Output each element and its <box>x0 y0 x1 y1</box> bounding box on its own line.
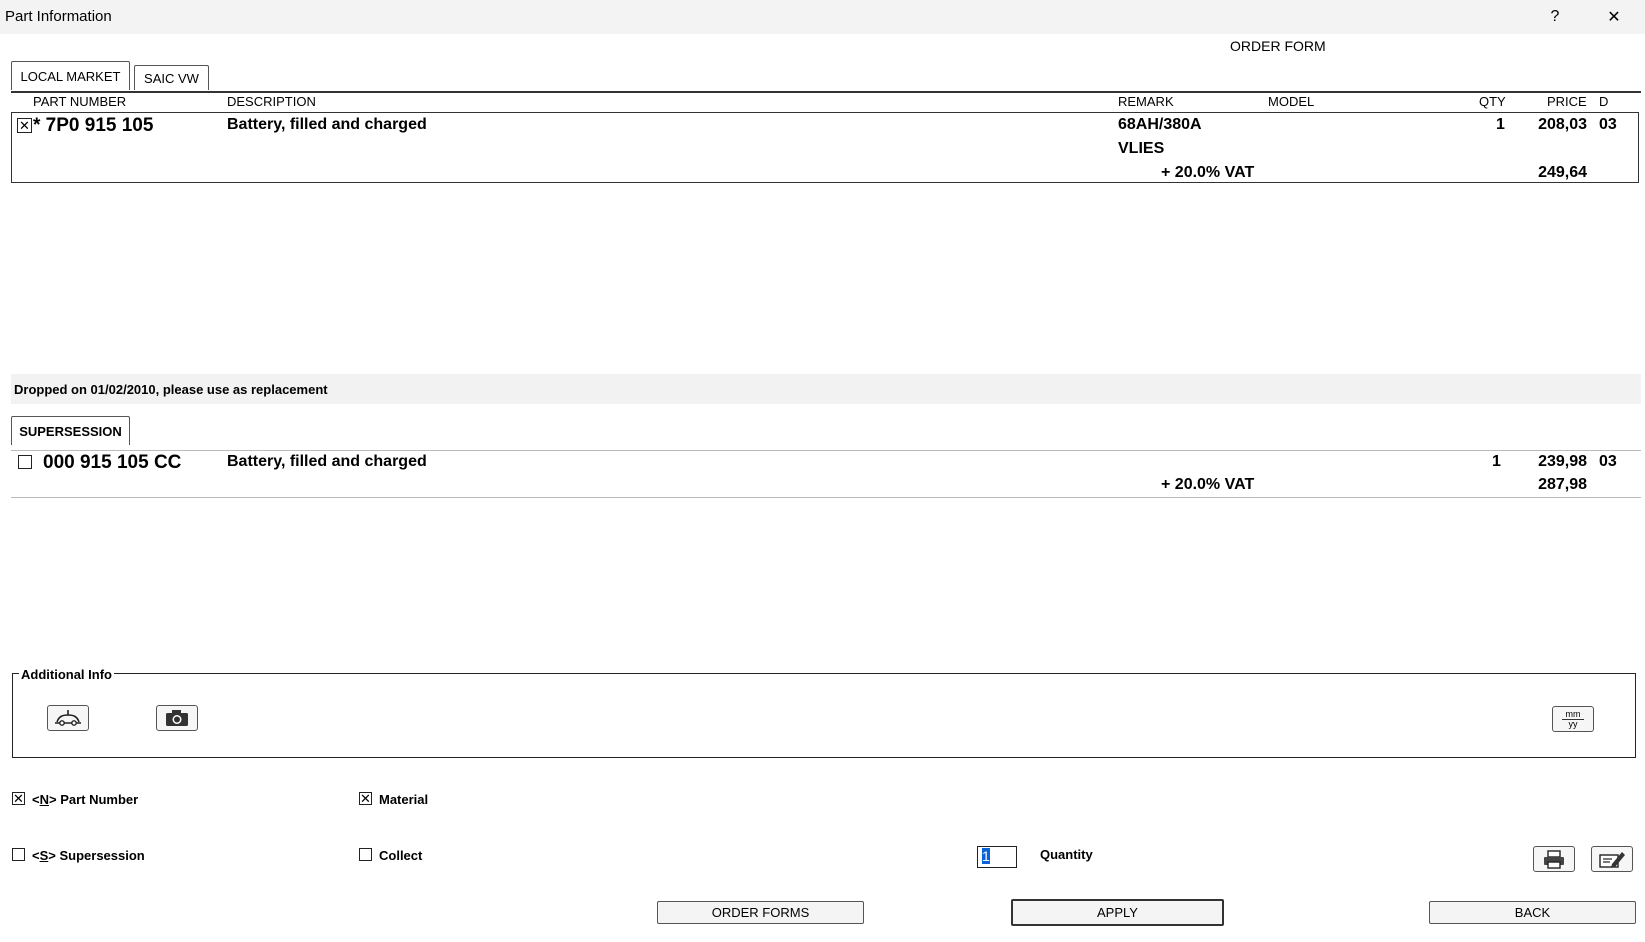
order-form-label: ORDER FORM <box>1230 38 1326 54</box>
camera-icon <box>166 710 188 726</box>
main-part-price: 208,03 <box>1538 116 1587 133</box>
help-button[interactable]: ? <box>1533 2 1577 32</box>
supersession-part-price-vat: 287,98 <box>1538 476 1587 493</box>
dropped-note: Dropped on 01/02/2010, please use as rep… <box>14 382 328 397</box>
back-button[interactable]: BACK <box>1429 901 1636 924</box>
supersession-part-price: 239,98 <box>1538 453 1587 470</box>
col-part-number: PART NUMBER <box>33 94 127 109</box>
collect-option-label: Collect <box>379 848 423 863</box>
part-number-option-checkbox[interactable]: ✕ <box>12 792 25 805</box>
supersession-bottom-line <box>11 497 1641 498</box>
title-bar: Part Information ? ✕ <box>0 0 1645 34</box>
month-year-icon: mm yy <box>1562 708 1584 729</box>
main-part-number: * 7P0 915 105 <box>33 115 154 136</box>
camera-button[interactable] <box>156 705 198 731</box>
apply-button[interactable]: APPLY <box>1011 899 1224 926</box>
car-lift-icon <box>55 710 81 726</box>
main-part-price-vat: 249,64 <box>1538 164 1587 181</box>
collect-option-checkbox[interactable] <box>359 848 372 861</box>
close-icon: ✕ <box>1607 9 1621 26</box>
month-year-button[interactable]: mm yy <box>1552 706 1594 732</box>
part-number-option-text: Part Number <box>60 792 139 807</box>
quantity-input[interactable]: 1 <box>977 846 1017 868</box>
print-button[interactable] <box>1533 846 1575 872</box>
edit-icon <box>1599 852 1625 868</box>
print-icon <box>1544 850 1564 869</box>
part-number-key: N <box>39 792 49 807</box>
supersession-part-qty: 1 <box>1492 453 1501 470</box>
supersession-option-text: Supersession <box>59 848 145 863</box>
close-button[interactable]: ✕ <box>1592 2 1636 32</box>
main-part-qty: 1 <box>1496 116 1505 133</box>
tab-supersession-label: SUPERSESSION <box>19 423 122 439</box>
tab-supersession[interactable]: SUPERSESSION <box>11 416 130 445</box>
col-model: MODEL <box>1268 94 1315 109</box>
additional-info-group <box>12 673 1636 758</box>
part-number-option-label: <N> Part Number <box>32 792 139 807</box>
supersession-part-d: 03 <box>1599 453 1617 470</box>
additional-info-legend: Additional Info <box>19 667 114 682</box>
supersession-part-description: Battery, filled and charged <box>227 453 427 470</box>
supersession-option-label: <S> Supersession <box>32 848 145 863</box>
quantity-value: 1 <box>982 848 990 864</box>
yy-label: yy <box>1568 718 1578 729</box>
tab-saic-vw-label: SAIC VW <box>144 70 199 86</box>
material-option-label: Material <box>379 792 429 807</box>
col-remark: REMARK <box>1118 94 1174 109</box>
tab-saic-vw[interactable]: SAIC VW <box>134 65 209 90</box>
supersession-key: S <box>39 848 49 863</box>
supersession-part-vat-label: + 20.0% VAT <box>1161 476 1255 493</box>
header-top-line <box>11 91 1641 93</box>
supersession-top-line <box>11 450 1641 451</box>
tab-local-market-label: LOCAL MARKET <box>20 68 121 84</box>
tab-local-market[interactable]: LOCAL MARKET <box>11 61 130 90</box>
quantity-label: Quantity <box>1040 847 1093 862</box>
main-part-vat-label: + 20.0% VAT <box>1161 164 1255 181</box>
supersession-part-checkbox[interactable] <box>18 455 32 469</box>
material-option-checkbox[interactable]: ✕ <box>359 792 372 805</box>
col-d: D <box>1599 94 1609 109</box>
supersession-option-checkbox[interactable] <box>12 848 25 861</box>
car-lift-button[interactable] <box>47 705 89 731</box>
main-part-checkbox[interactable]: ✕ <box>17 118 32 133</box>
main-part-description: Battery, filled and charged <box>227 116 427 133</box>
col-qty: QTY <box>1479 94 1506 109</box>
window-title: Part Information <box>5 8 112 25</box>
col-price: PRICE <box>1547 94 1587 109</box>
order-forms-button[interactable]: ORDER FORMS <box>657 901 864 924</box>
main-part-d: 03 <box>1599 116 1617 133</box>
edit-button[interactable] <box>1591 846 1633 872</box>
mm-label: mm <box>1565 708 1581 719</box>
supersession-part-number: 000 915 105 CC <box>43 452 182 473</box>
col-description: DESCRIPTION <box>227 94 316 109</box>
main-part-remark-1: 68AH/380A <box>1118 116 1202 133</box>
main-part-remark-2: VLIES <box>1118 140 1165 157</box>
